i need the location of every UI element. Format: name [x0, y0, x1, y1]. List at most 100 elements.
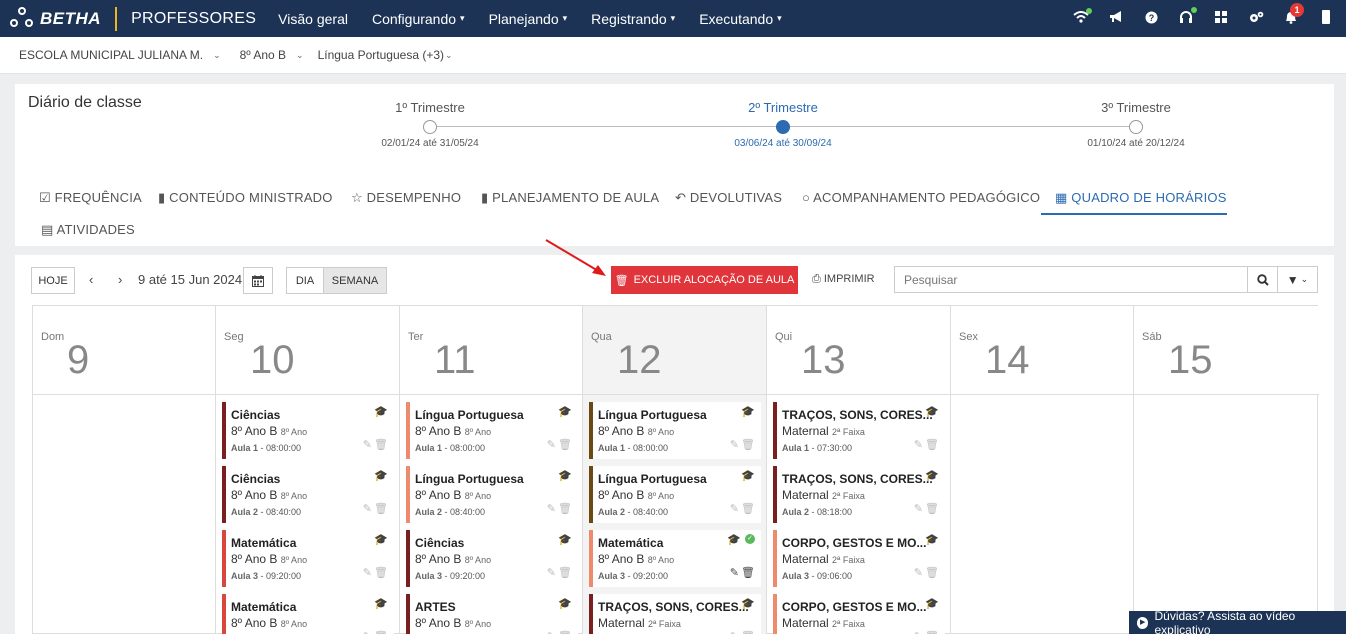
trash-icon[interactable]: 🗑	[741, 502, 755, 515]
lesson-card[interactable]: Ciências 8º Ano B 8º Ano Aula 1 - 08:00:00…	[222, 402, 394, 459]
day-header[interactable]: Seg 10	[216, 306, 399, 395]
edit-icon[interactable]: ✎	[730, 502, 739, 515]
prev-week-icon[interactable]: ‹	[89, 272, 93, 287]
calendar-picker-button[interactable]	[243, 267, 273, 294]
edit-icon[interactable]: ✎	[914, 630, 923, 634]
tab-desempenho[interactable]: ☆ DESEMPENHO	[351, 190, 461, 206]
tab-planejamento[interactable]: ▮ PLANEJAMENTO DE AULA	[481, 190, 659, 206]
wifi-icon[interactable]	[1067, 8, 1095, 26]
trash-icon[interactable]: 🗑	[558, 502, 572, 515]
subject-selector[interactable]: Língua Portuguesa (+3) ⌄	[318, 48, 453, 62]
day-header[interactable]: Qui 13	[767, 306, 950, 395]
tab-conteudo[interactable]: ▮ CONTEÚDO MINISTRADO	[158, 190, 333, 206]
lesson-card[interactable]: ARTES 8º Ano B 8º Ano 🎓 ✎🗑	[406, 594, 578, 634]
lesson-card[interactable]: TRAÇOS, SONS, CORES... Maternal 2ª Faixa A…	[773, 402, 945, 459]
edit-icon[interactable]: ✎	[363, 502, 372, 515]
trash-icon[interactable]: 🗑	[925, 630, 939, 634]
view-day-button[interactable]: DIA	[286, 267, 324, 294]
megaphone-icon[interactable]	[1102, 11, 1130, 26]
lesson-card[interactable]: TRAÇOS, SONS, CORES... Maternal 2ª Faixa A…	[773, 466, 945, 523]
lesson-card[interactable]: Língua Portuguesa 8º Ano B 8º Ano Aula 1 -…	[406, 402, 578, 459]
edit-icon[interactable]: ✎	[547, 630, 556, 634]
edit-icon[interactable]: ✎	[363, 438, 372, 451]
menu-item[interactable]: Executando ▾	[699, 11, 781, 27]
menu-item[interactable]: Configurando ▾	[372, 11, 465, 27]
trash-icon[interactable]: 🗑	[558, 566, 572, 579]
trash-icon[interactable]: 🗑	[741, 630, 755, 634]
menu-item[interactable]: Visão geral	[278, 11, 348, 27]
headset-icon[interactable]	[1172, 7, 1200, 27]
day-header[interactable]: Ter 11	[400, 306, 582, 395]
trimester-2[interactable]: 2º Trimestre 03/06/24 até 30/09/24	[693, 100, 873, 149]
trash-icon[interactable]: 🗑	[741, 566, 755, 579]
user-icon[interactable]	[1312, 10, 1340, 27]
lesson-number: Aula 2	[598, 507, 626, 517]
trash-icon[interactable]: 🗑	[558, 630, 572, 634]
day-header[interactable]: Dom 9	[33, 306, 215, 395]
edit-icon[interactable]: ✎	[730, 630, 739, 634]
bell-icon[interactable]: 1	[1277, 2, 1305, 27]
edit-icon[interactable]: ✎	[363, 630, 372, 634]
tab-atividades[interactable]: ▤ ATIVIDADES	[41, 222, 135, 238]
trash-icon[interactable]: 🗑	[374, 438, 388, 451]
lesson-card[interactable]: CORPO, GESTOS E MO... Maternal 2ª Faixa 🎓 ✎…	[773, 594, 945, 634]
trash-icon[interactable]: 🗑	[558, 438, 572, 451]
day-header[interactable]: Sex 14	[951, 306, 1133, 395]
tab-devolutivas[interactable]: ↶ DEVOLUTIVAS	[675, 190, 782, 206]
school-selector[interactable]: ESCOLA MUNICIPAL JULIANA M. ⌄	[19, 48, 221, 62]
trash-icon[interactable]: 🗑	[925, 566, 939, 579]
menu-item[interactable]: Planejando ▾	[489, 11, 568, 27]
lesson-title: CORPO, GESTOS E MO...	[782, 600, 927, 614]
edit-icon[interactable]: ✎	[914, 438, 923, 451]
lesson-card[interactable]: Ciências 8º Ano B 8º Ano Aula 3 - 09:20:00…	[406, 530, 578, 587]
lesson-card[interactable]: CORPO, GESTOS E MO... Maternal 2ª Faixa Au…	[773, 530, 945, 587]
lesson-card[interactable]: Matemática 8º Ano B 8º Ano Aula 3 - 09:20:…	[222, 530, 394, 587]
edit-icon[interactable]: ✎	[547, 566, 556, 579]
edit-icon[interactable]: ✎	[914, 502, 923, 515]
tab-quadro-horarios[interactable]: ▦ QUADRO DE HORÁRIOS	[1055, 190, 1227, 206]
tab-frequencia[interactable]: ☑ FREQUÊNCIA	[39, 190, 142, 206]
lesson-card[interactable]: Ciências 8º Ano B 8º Ano Aula 2 - 08:40:00…	[222, 466, 394, 523]
help-video-button[interactable]: ▶ Dúvidas? Assista ao vídeo explicativo	[1129, 609, 1346, 634]
trash-icon[interactable]: 🗑	[925, 502, 939, 515]
brand[interactable]: BETHA PROFESSORES	[0, 0, 256, 37]
tab-acompanhamento[interactable]: ○ ACOMPANHAMENTO PEDAGÓGICO	[802, 190, 1040, 205]
edit-icon[interactable]: ✎	[730, 438, 739, 451]
trash-icon[interactable]: 🗑	[374, 566, 388, 579]
lesson-card[interactable]: Matemática 8º Ano B 8º Ano Aula 3 - 09:20:…	[589, 530, 761, 587]
search-button[interactable]	[1247, 266, 1278, 293]
trash-icon[interactable]: 🗑	[374, 630, 388, 634]
search-input[interactable]: Pesquisar	[894, 266, 1248, 293]
menu-item[interactable]: Registrando ▾	[591, 11, 675, 27]
lesson-card[interactable]: Língua Portuguesa 8º Ano B 8º Ano Aula 1 -…	[589, 402, 761, 459]
day-header[interactable]: Sáb 15	[1134, 306, 1319, 395]
chevron-down-icon: ⌄	[213, 49, 221, 60]
edit-icon[interactable]: ✎	[363, 566, 372, 579]
filter-button[interactable]: ▼ ⌄	[1277, 266, 1318, 293]
edit-icon[interactable]: ✎	[730, 566, 739, 579]
print-button[interactable]: ⎙ IMPRIMIR	[812, 273, 875, 286]
view-week-button[interactable]: SEMANA	[323, 267, 387, 294]
lesson-card[interactable]: Matemática 8º Ano B 8º Ano 🎓 ✎🗑	[222, 594, 394, 634]
graduation-cap-icon: 🎓	[925, 406, 939, 418]
trimester-3[interactable]: 3º Trimestre 01/10/24 até 20/12/24	[1046, 100, 1226, 149]
lesson-card[interactable]: Língua Portuguesa 8º Ano B 8º Ano Aula 2 -…	[406, 466, 578, 523]
trash-icon[interactable]: 🗑	[741, 438, 755, 451]
trash-icon[interactable]: 🗑	[925, 438, 939, 451]
settings-icon[interactable]	[1242, 11, 1270, 27]
edit-icon[interactable]: ✎	[547, 438, 556, 451]
today-button[interactable]: HOJE	[31, 267, 75, 294]
class-selector[interactable]: 8º Ano B ⌄	[240, 48, 304, 62]
next-week-icon[interactable]: ›	[118, 272, 122, 287]
day-header[interactable]: Qua 12	[583, 306, 766, 395]
trash-icon[interactable]: 🗑	[374, 502, 388, 515]
apps-grid-icon[interactable]	[1207, 11, 1235, 26]
trimester-1[interactable]: 1º Trimestre 02/01/24 até 31/05/24	[340, 100, 520, 149]
delete-allocation-button[interactable]: 🗑 EXCLUIR ALOCAÇÃO DE AULA	[611, 266, 798, 294]
edit-icon[interactable]: ✎	[547, 502, 556, 515]
help-icon[interactable]: ?	[1137, 11, 1165, 27]
edit-icon[interactable]: ✎	[914, 566, 923, 579]
lesson-card[interactable]: TRAÇOS, SONS, CORES... Maternal 2ª Faixa 🎓…	[589, 594, 761, 634]
day-column: Sex 14	[951, 306, 1134, 634]
lesson-card[interactable]: Língua Portuguesa 8º Ano B 8º Ano Aula 2 -…	[589, 466, 761, 523]
